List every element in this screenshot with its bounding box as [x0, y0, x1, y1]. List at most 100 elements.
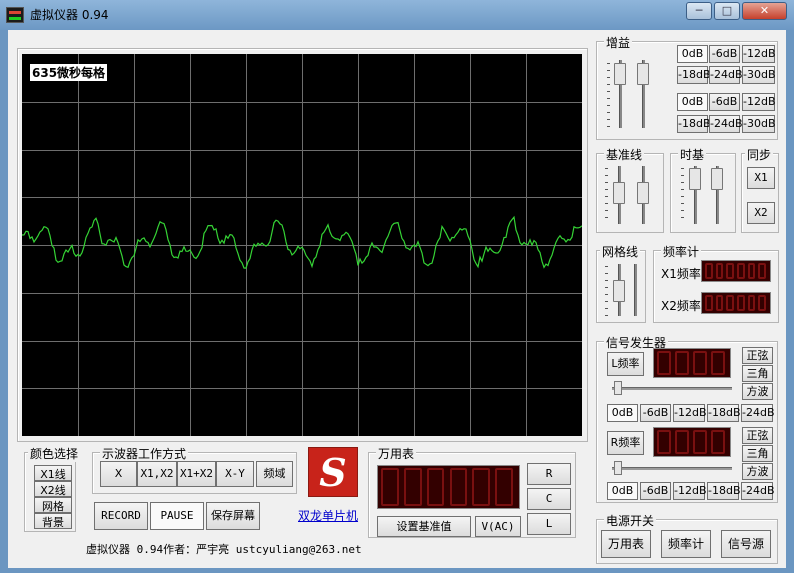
l-atten-minus6db-button[interactable]: -6dB	[640, 404, 671, 422]
color-grid-button[interactable]: 网格	[34, 497, 72, 513]
power-switch-title: 电源开关	[604, 512, 657, 529]
gain1-0db-button[interactable]: 0dB	[677, 45, 708, 63]
gain1-minus12db-button[interactable]: -12dB	[742, 45, 776, 63]
save-screen-button[interactable]: 保存屏幕	[206, 502, 260, 530]
led-digit	[737, 263, 745, 279]
r-triangle-button[interactable]: 三角	[742, 445, 773, 462]
mode-x1plusx2-button[interactable]: X1+X2	[177, 461, 216, 487]
gain2-minus6db-button[interactable]: -6dB	[709, 93, 740, 111]
x1-frequency-display	[701, 260, 771, 282]
l-atten-0db-button[interactable]: 0dB	[607, 404, 638, 422]
led-digit	[657, 351, 671, 375]
led-digit	[711, 430, 725, 454]
gain2-minus24db-button[interactable]: -24dB	[709, 115, 743, 133]
r-square-button[interactable]: 方波	[742, 463, 773, 480]
l-frequency-display	[653, 348, 731, 378]
led-digit	[693, 351, 707, 375]
vac-button[interactable]: V(AC)	[475, 516, 521, 537]
gain1-minus30db-button[interactable]: -30dB	[742, 66, 776, 84]
gain2-0db-button[interactable]: 0dB	[677, 93, 708, 111]
color-x1-button[interactable]: X1线	[34, 465, 72, 481]
multimeter-led-display	[377, 465, 520, 509]
l-frequency-slider[interactable]	[612, 381, 732, 395]
r-frequency-slider[interactable]	[612, 461, 732, 475]
close-button[interactable]: ✕	[742, 2, 787, 20]
led-digit	[726, 263, 734, 279]
sync-x1-button[interactable]: X1	[747, 167, 775, 189]
r-frequency-button[interactable]: R频率	[607, 431, 644, 455]
gain2-minus30db-button[interactable]: -30dB	[742, 115, 776, 133]
led-digit	[426, 468, 445, 506]
r-atten-minus24db-button[interactable]: -24dB	[741, 482, 775, 500]
author-footer: 虚拟仪器 0.94作者：严宇亮 ustcyuliang@263.net	[86, 543, 362, 556]
l-triangle-button[interactable]: 三角	[742, 365, 773, 382]
l-sine-button[interactable]: 正弦	[742, 347, 773, 364]
l-frequency-button[interactable]: L频率	[607, 352, 644, 376]
timebase-title: 时基	[678, 146, 707, 163]
x2-frequency-label: X2频率	[661, 299, 701, 313]
sync-x2-button[interactable]: X2	[747, 202, 775, 224]
led-digit	[758, 263, 766, 279]
led-digit	[693, 430, 707, 454]
minimize-button[interactable]: ─	[686, 2, 712, 20]
gain2-minus12db-button[interactable]: -12dB	[742, 93, 776, 111]
gain-title: 增益	[604, 34, 633, 51]
scope-mode-title: 示波器工作方式	[100, 445, 189, 462]
gain1-minus6db-button[interactable]: -6dB	[709, 45, 740, 63]
l-atten-minus18db-button[interactable]: -18dB	[707, 404, 741, 422]
l-square-button[interactable]: 方波	[742, 383, 773, 400]
led-digit	[449, 468, 468, 506]
window-title: 虚拟仪器 0.94	[30, 8, 109, 22]
color-x2-button[interactable]: X2线	[34, 481, 72, 497]
r-atten-minus12db-button[interactable]: -12dB	[673, 482, 707, 500]
timebase-x2-slider[interactable]	[702, 164, 732, 228]
record-button[interactable]: RECORD	[94, 502, 148, 530]
power-frequency-counter-button[interactable]: 频率计	[661, 530, 711, 558]
gain1-minus24db-button[interactable]: -24dB	[709, 66, 743, 84]
oscilloscope-screen[interactable]	[21, 54, 583, 436]
mode-x1x2-button[interactable]: X1,X2	[137, 461, 177, 487]
mode-frequency-domain-button[interactable]: 频域	[256, 461, 293, 487]
color-background-button[interactable]: 背景	[34, 513, 72, 529]
multimeter-c-button[interactable]: C	[527, 488, 571, 510]
multimeter-l-button[interactable]: L	[527, 513, 571, 535]
set-baseline-value-button[interactable]: 设置基准值	[377, 516, 471, 537]
frequency-counter-title: 频率计	[661, 243, 702, 260]
baseline-x2-slider[interactable]	[628, 164, 658, 228]
led-digit	[726, 295, 734, 311]
color-select-title: 颜色选择	[28, 445, 81, 462]
led-digit	[657, 430, 671, 454]
mode-xy-button[interactable]: X-Y	[216, 461, 254, 487]
mode-x-button[interactable]: X	[100, 461, 137, 487]
gain2-minus18db-button[interactable]: -18dB	[677, 115, 711, 133]
power-signal-source-button[interactable]: 信号源	[721, 530, 771, 558]
gridline-slider[interactable]	[604, 262, 644, 320]
l-atten-minus24db-button[interactable]: -24dB	[741, 404, 775, 422]
led-digit	[472, 468, 491, 506]
power-multimeter-button[interactable]: 万用表	[601, 530, 651, 558]
l-atten-minus12db-button[interactable]: -12dB	[673, 404, 707, 422]
led-digit	[705, 263, 713, 279]
led-digit	[675, 430, 689, 454]
r-sine-button[interactable]: 正弦	[742, 427, 773, 444]
gain-x2-slider[interactable]	[627, 55, 667, 133]
scope-grid-and-trace	[21, 54, 583, 436]
r-frequency-display	[653, 427, 731, 457]
gain1-minus18db-button[interactable]: -18dB	[677, 66, 711, 84]
shuanglong-mcu-link[interactable]: 双龙单片机	[298, 507, 358, 524]
r-atten-0db-button[interactable]: 0dB	[607, 482, 638, 500]
maximize-button[interactable]: □	[714, 2, 740, 20]
led-digit	[747, 295, 756, 311]
r-atten-minus18db-button[interactable]: -18dB	[707, 482, 741, 500]
gridline-title: 网格线	[600, 243, 641, 260]
pause-button[interactable]: PAUSE	[150, 502, 204, 530]
r-atten-minus6db-button[interactable]: -6dB	[640, 482, 671, 500]
logo-glyph: S	[319, 450, 347, 495]
led-digit	[737, 295, 745, 311]
led-digit	[715, 295, 724, 311]
multimeter-title: 万用表	[376, 445, 417, 462]
led-digit	[705, 295, 713, 311]
multimeter-r-button[interactable]: R	[527, 463, 571, 485]
title-bar	[0, 0, 794, 30]
sync-title: 同步	[745, 146, 774, 163]
